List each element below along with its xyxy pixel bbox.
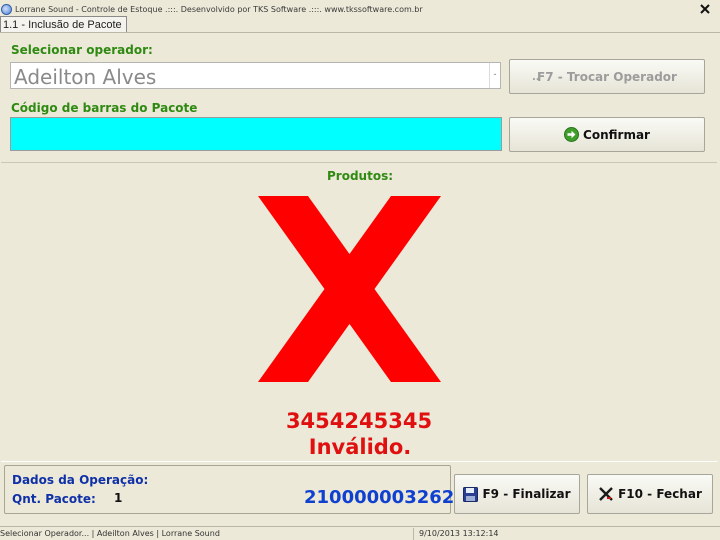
floppy-disk-icon <box>463 486 479 502</box>
barcode-input[interactable] <box>10 117 502 151</box>
select-operator-label: Selecionar operador: <box>11 43 153 57</box>
operation-number: 210000003262 <box>304 487 455 508</box>
big-red-x-icon <box>258 196 441 382</box>
main-window: Lorrane Sound - Controle de Estoque .:::… <box>0 0 720 540</box>
operator-select-value: Adeilton Alves <box>14 65 157 89</box>
invalid-barcode-code: 3454245345 <box>285 409 433 433</box>
confirmar-button[interactable]: Confirmar <box>509 117 705 152</box>
dropdown-arrow-icon[interactable]: - <box>489 63 500 88</box>
finalizar-label: F9 - Finalizar <box>482 487 571 501</box>
products-label: Produtos: <box>327 169 394 183</box>
close-x-icon <box>598 486 614 502</box>
operation-data-label: Dados da Operação: <box>12 473 149 487</box>
qnt-pacote-label: Qnt. Pacote: <box>12 492 96 506</box>
barcode-label: Código de barras do Pacote <box>11 101 198 115</box>
status-bar-separator <box>413 528 414 540</box>
status-bar-left: Selecionar Operador... | Adeilton Alves … <box>0 529 220 538</box>
fechar-button[interactable]: F10 - Fechar <box>587 474 713 514</box>
invalid-status-text: Inválido. <box>308 435 412 459</box>
fechar-label: F10 - Fechar <box>618 487 702 501</box>
window-close-button[interactable] <box>698 2 712 15</box>
tab-divider <box>0 32 720 33</box>
operator-select[interactable]: Adeilton Alves - <box>10 62 501 89</box>
green-arrow-icon <box>564 127 580 142</box>
qnt-pacote-value: 1 <box>114 491 123 505</box>
confirmar-label: Confirmar <box>583 127 650 142</box>
close-x-icon <box>700 3 710 14</box>
trocar-operador-label: F7 - Trocar Operador <box>537 69 677 84</box>
trocar-button-mark: .. <box>532 72 540 83</box>
window-title: Lorrane Sound - Controle de Estoque .:::… <box>15 4 423 14</box>
trocar-operador-button[interactable]: .. F7 - Trocar Operador <box>509 59 705 94</box>
status-bar: Selecionar Operador... | Adeilton Alves … <box>0 526 720 540</box>
app-globe-icon <box>1 3 12 15</box>
status-bar-datetime: 9/10/2013 13:12:14 <box>419 529 499 538</box>
tab-inclusao-pacote[interactable]: 1.1 - Inclusão de Pacote <box>0 16 127 33</box>
finalizar-button[interactable]: F9 - Finalizar <box>454 474 580 514</box>
